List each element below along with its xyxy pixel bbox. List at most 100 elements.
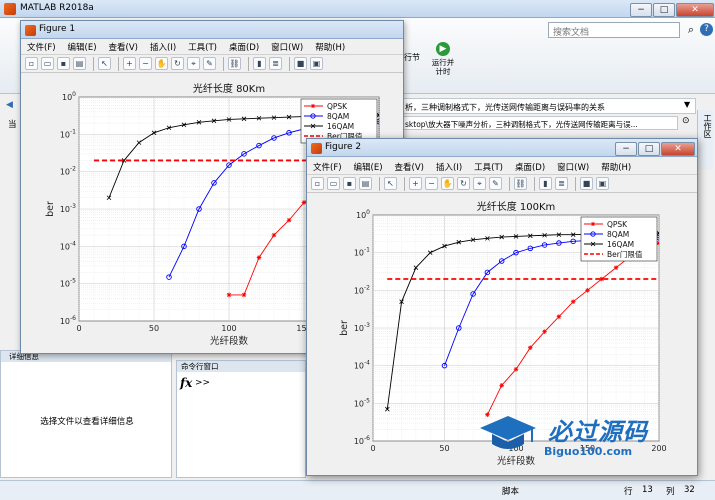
menu-edit[interactable]: 编辑(E)	[68, 41, 97, 53]
run-and-time-label: 运行并 计时	[431, 58, 455, 76]
maximize-icon[interactable]: □	[653, 3, 675, 17]
fx-icon[interactable]: fx	[180, 376, 192, 390]
zoom-in-icon[interactable]: +	[123, 57, 136, 70]
zoom-out-icon[interactable]: −	[425, 177, 438, 190]
print-icon[interactable]: ▤	[73, 57, 86, 70]
menu-view[interactable]: 查看(V)	[109, 41, 138, 53]
help-icon[interactable]: ?	[700, 23, 713, 36]
menu-insert[interactable]: 插入(I)	[150, 41, 176, 53]
watermark-main: 必过源码	[548, 418, 648, 446]
toolbar-separator	[534, 176, 535, 191]
legend-icon[interactable]: ≣	[555, 177, 568, 190]
open-icon[interactable]: ▭	[327, 177, 340, 190]
zoom-in-icon[interactable]: +	[409, 177, 422, 190]
show-tools-icon[interactable]: ▣	[596, 177, 609, 190]
data-cursor-icon[interactable]: ⌖	[473, 177, 486, 190]
figure-1-title-bar[interactable]: Figure 1	[21, 21, 403, 39]
menu-view[interactable]: 查看(V)	[395, 161, 424, 173]
menu-edit[interactable]: 编辑(E)	[354, 161, 383, 173]
watermark-sub: Biguo100.com	[544, 445, 633, 458]
menu-desktop[interactable]: 桌面(D)	[229, 41, 259, 53]
back-arrow-icon[interactable]: ◀	[6, 100, 13, 110]
pan-icon[interactable]: ✋	[155, 57, 168, 70]
data-cursor-icon[interactable]: ⌖	[187, 57, 200, 70]
figure-2-maximize-icon[interactable]: □	[638, 142, 660, 156]
figure-2-title: Figure 2	[325, 142, 362, 152]
matlab-title-bar[interactable]: MATLAB R2018a − □ ✕	[0, 0, 715, 18]
search-input[interactable]: 搜索文档	[553, 28, 589, 38]
command-window[interactable]: 命令行窗口 fx >>	[176, 360, 306, 478]
data-point	[556, 314, 562, 319]
open-icon[interactable]: ▭	[41, 57, 54, 70]
colorbar-icon[interactable]: ▮	[539, 177, 552, 190]
ribbon-button-section[interactable]: 行节	[404, 52, 420, 63]
legend-label: QPSK	[327, 102, 348, 111]
y-axis-label: ber	[45, 201, 56, 217]
brush-icon[interactable]: ✎	[203, 57, 216, 70]
data-point	[570, 299, 576, 304]
menu-help[interactable]: 帮助(H)	[601, 161, 631, 173]
menu-tools[interactable]: 工具(T)	[474, 161, 503, 173]
figure-2-title-bar[interactable]: Figure 2 − □ ✕	[307, 139, 697, 157]
menu-desktop[interactable]: 桌面(D)	[515, 161, 545, 173]
run-and-time-button[interactable]: ▶ 运行并 计时	[428, 42, 458, 86]
rotate-icon[interactable]: ↻	[457, 177, 470, 190]
workspace-panel-tab[interactable]: 工作区	[697, 110, 713, 170]
path-options-icon[interactable]: ⊙	[682, 116, 690, 126]
hide-tools-icon[interactable]: ■	[580, 177, 593, 190]
hide-tools-icon[interactable]: ■	[294, 57, 307, 70]
data-point	[241, 292, 247, 298]
pointer-icon[interactable]: ↖	[384, 177, 397, 190]
menu-file[interactable]: 文件(F)	[27, 41, 56, 53]
x-tick-label: 100	[221, 324, 236, 333]
status-col-label: 列	[666, 487, 675, 497]
figure-2-close-icon[interactable]: ✕	[661, 142, 695, 156]
toolbar-separator	[575, 176, 576, 191]
menu-insert[interactable]: 插入(I)	[436, 161, 462, 173]
zoom-out-icon[interactable]: −	[139, 57, 152, 70]
toolbar-separator	[93, 56, 94, 71]
y-tick-label: 100	[356, 209, 370, 220]
show-tools-icon[interactable]: ▣	[310, 57, 323, 70]
menu-help[interactable]: 帮助(H)	[315, 41, 345, 53]
y-tick-label: 10-4	[60, 240, 76, 251]
y-tick-label: 10-3	[60, 203, 76, 214]
y-tick-label: 10-5	[354, 397, 370, 408]
brush-icon[interactable]: ✎	[489, 177, 502, 190]
toolbar-separator	[118, 56, 119, 71]
pointer-icon[interactable]: ↖	[98, 57, 111, 70]
path-bar[interactable]: sktop\放大器下噪声分析，三种调制格式下，光传送网传输距离与误...	[400, 116, 678, 130]
y-axis-label: ber	[339, 320, 350, 336]
rotate-icon[interactable]: ↻	[171, 57, 184, 70]
details-panel: 详细信息 选择文件以查看详细信息	[0, 350, 172, 478]
close-icon[interactable]: ✕	[676, 3, 714, 17]
figure-1-toolbar: ▫ ▭ ▪ ▤ ↖ + − ✋ ↻ ⌖ ✎ ⛓ ▮ ≣ ■ ▣	[21, 55, 403, 73]
editor-tab-bar[interactable]: 析，三种调制格式下，光传送网传输距离与误码率的关系	[400, 98, 696, 114]
x-tick-label: 0	[76, 324, 81, 333]
chart-title: 光纤长度 80Km	[193, 82, 265, 95]
search-box[interactable]: 搜索文档	[548, 22, 680, 38]
editor-tab-label[interactable]: 析，三种调制格式下，光传送网传输距离与误码率的关系	[405, 103, 605, 112]
colorbar-icon[interactable]: ▮	[253, 57, 266, 70]
figure-2-menu: 文件(F) 编辑(E) 查看(V) 插入(I) 工具(T) 桌面(D) 窗口(W…	[307, 159, 697, 175]
command-prompt[interactable]: >>	[195, 378, 210, 388]
legend-icon[interactable]: ≣	[269, 57, 282, 70]
matlab-logo-icon	[4, 3, 16, 15]
menu-tools[interactable]: 工具(T)	[188, 41, 217, 53]
print-icon[interactable]: ▤	[359, 177, 372, 190]
legend-label: QPSK	[607, 220, 628, 229]
figure-2-minimize-icon[interactable]: −	[615, 142, 637, 156]
new-figure-icon[interactable]: ▫	[311, 177, 324, 190]
search-icon[interactable]: ⌕	[684, 22, 698, 38]
menu-window[interactable]: 窗口(W)	[271, 41, 303, 53]
link-icon[interactable]: ⛓	[228, 57, 241, 70]
save-icon[interactable]: ▪	[57, 57, 70, 70]
tab-dropdown-icon[interactable]: ▼	[684, 100, 690, 109]
menu-window[interactable]: 窗口(W)	[557, 161, 589, 173]
new-figure-icon[interactable]: ▫	[25, 57, 38, 70]
menu-file[interactable]: 文件(F)	[313, 161, 342, 173]
pan-icon[interactable]: ✋	[441, 177, 454, 190]
save-icon[interactable]: ▪	[343, 177, 356, 190]
link-icon[interactable]: ⛓	[514, 177, 527, 190]
minimize-icon[interactable]: −	[630, 3, 652, 17]
